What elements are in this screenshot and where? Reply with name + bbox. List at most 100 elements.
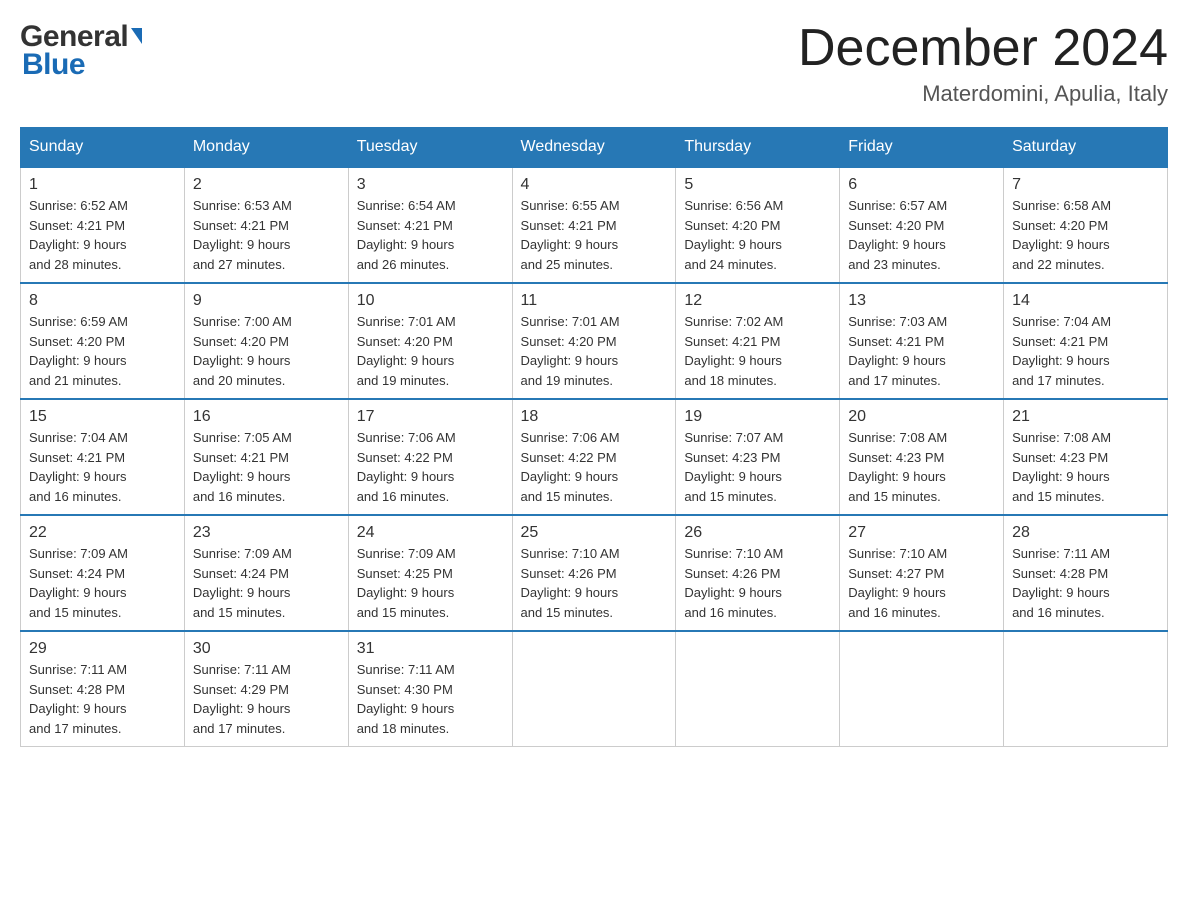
calendar-cell: 4 Sunrise: 6:55 AMSunset: 4:21 PMDaylight… — [512, 167, 676, 283]
day-info: Sunrise: 7:09 AMSunset: 4:24 PMDaylight:… — [193, 544, 340, 622]
day-number: 5 — [684, 176, 831, 194]
calendar-cell: 31 Sunrise: 7:11 AMSunset: 4:30 PMDayligh… — [348, 631, 512, 747]
day-number: 24 — [357, 524, 504, 542]
calendar-cell: 20Sunrise: 7:08 AMSunset: 4:23 PMDayligh… — [840, 399, 1004, 515]
calendar-table: SundayMondayTuesdayWednesdayThursdayFrid… — [20, 127, 1168, 747]
header-monday: Monday — [184, 128, 348, 168]
calendar-cell: 16 Sunrise: 7:05 AMSunset: 4:21 PMDayligh… — [184, 399, 348, 515]
day-info: Sunrise: 7:09 AMSunset: 4:24 PMDaylight:… — [29, 544, 176, 622]
day-info: Sunrise: 7:07 AMSunset: 4:23 PMDaylight:… — [684, 428, 831, 506]
calendar-cell: 17Sunrise: 7:06 AMSunset: 4:22 PMDayligh… — [348, 399, 512, 515]
day-info: Sunrise: 7:08 AMSunset: 4:23 PMDaylight:… — [1012, 428, 1159, 506]
calendar-cell: 5 Sunrise: 6:56 AMSunset: 4:20 PMDaylight… — [676, 167, 840, 283]
day-info: Sunrise: 7:00 AMSunset: 4:20 PMDaylight:… — [193, 312, 340, 390]
header-row: SundayMondayTuesdayWednesdayThursdayFrid… — [21, 128, 1168, 168]
calendar-cell: 27Sunrise: 7:10 AMSunset: 4:27 PMDayligh… — [840, 515, 1004, 631]
day-number: 25 — [521, 524, 668, 542]
calendar-cell: 21 Sunrise: 7:08 AMSunset: 4:23 PMDayligh… — [1004, 399, 1168, 515]
header-sunday: Sunday — [21, 128, 185, 168]
calendar-cell: 22Sunrise: 7:09 AMSunset: 4:24 PMDayligh… — [21, 515, 185, 631]
day-number: 31 — [357, 640, 504, 658]
logo-blue-text: Blue — [22, 48, 142, 82]
calendar-cell: 19 Sunrise: 7:07 AMSunset: 4:23 PMDayligh… — [676, 399, 840, 515]
day-info: Sunrise: 7:11 AMSunset: 4:29 PMDaylight:… — [193, 660, 340, 738]
day-number: 19 — [684, 408, 831, 426]
calendar-cell: 1Sunrise: 6:52 AMSunset: 4:21 PMDaylight… — [21, 167, 185, 283]
header-friday: Friday — [840, 128, 1004, 168]
day-number: 16 — [193, 408, 340, 426]
day-number: 11 — [521, 292, 668, 310]
calendar-cell — [840, 631, 1004, 747]
calendar-cell: 15Sunrise: 7:04 AMSunset: 4:21 PMDayligh… — [21, 399, 185, 515]
day-number: 12 — [684, 292, 831, 310]
day-number: 4 — [521, 176, 668, 194]
day-number: 23 — [193, 524, 340, 542]
day-info: Sunrise: 7:03 AMSunset: 4:21 PMDaylight:… — [848, 312, 995, 390]
day-info: Sunrise: 7:10 AMSunset: 4:26 PMDaylight:… — [684, 544, 831, 622]
day-info: Sunrise: 7:04 AMSunset: 4:21 PMDaylight:… — [1012, 312, 1159, 390]
day-number: 28 — [1012, 524, 1159, 542]
day-info: Sunrise: 7:06 AMSunset: 4:22 PMDaylight:… — [357, 428, 504, 506]
header-tuesday: Tuesday — [348, 128, 512, 168]
calendar-cell: 18Sunrise: 7:06 AMSunset: 4:22 PMDayligh… — [512, 399, 676, 515]
calendar-cell: 2Sunrise: 6:53 AMSunset: 4:21 PMDaylight… — [184, 167, 348, 283]
calendar-cell: 11 Sunrise: 7:01 AMSunset: 4:20 PMDayligh… — [512, 283, 676, 399]
day-number: 26 — [684, 524, 831, 542]
week-row-2: 8 Sunrise: 6:59 AMSunset: 4:20 PMDaylight… — [21, 283, 1168, 399]
day-number: 7 — [1012, 176, 1159, 194]
day-info: Sunrise: 7:05 AMSunset: 4:21 PMDaylight:… — [193, 428, 340, 506]
calendar-cell: 3 Sunrise: 6:54 AMSunset: 4:21 PMDaylight… — [348, 167, 512, 283]
title-section: December 2024 Materdomini, Apulia, Italy — [798, 20, 1168, 107]
calendar-cell: 23 Sunrise: 7:09 AMSunset: 4:24 PMDayligh… — [184, 515, 348, 631]
calendar-cell: 10 Sunrise: 7:01 AMSunset: 4:20 PMDayligh… — [348, 283, 512, 399]
day-number: 21 — [1012, 408, 1159, 426]
day-number: 14 — [1012, 292, 1159, 310]
calendar-cell — [676, 631, 840, 747]
calendar-cell: 8 Sunrise: 6:59 AMSunset: 4:20 PMDaylight… — [21, 283, 185, 399]
day-info: Sunrise: 6:57 AMSunset: 4:20 PMDaylight:… — [848, 196, 995, 274]
calendar-cell: 25 Sunrise: 7:10 AMSunset: 4:26 PMDayligh… — [512, 515, 676, 631]
calendar-cell: 7 Sunrise: 6:58 AMSunset: 4:20 PMDaylight… — [1004, 167, 1168, 283]
day-info: Sunrise: 7:11 AMSunset: 4:30 PMDaylight:… — [357, 660, 504, 738]
week-row-4: 22Sunrise: 7:09 AMSunset: 4:24 PMDayligh… — [21, 515, 1168, 631]
day-info: Sunrise: 6:58 AMSunset: 4:20 PMDaylight:… — [1012, 196, 1159, 274]
calendar-cell: 26 Sunrise: 7:10 AMSunset: 4:26 PMDayligh… — [676, 515, 840, 631]
day-number: 10 — [357, 292, 504, 310]
day-info: Sunrise: 7:10 AMSunset: 4:26 PMDaylight:… — [521, 544, 668, 622]
header-saturday: Saturday — [1004, 128, 1168, 168]
calendar-cell: 6 Sunrise: 6:57 AMSunset: 4:20 PMDaylight… — [840, 167, 1004, 283]
day-info: Sunrise: 7:01 AMSunset: 4:20 PMDaylight:… — [357, 312, 504, 390]
logo: General Blue — [20, 20, 142, 82]
day-number: 18 — [521, 408, 668, 426]
day-number: 2 — [193, 176, 340, 194]
day-info: Sunrise: 7:08 AMSunset: 4:23 PMDaylight:… — [848, 428, 995, 506]
calendar-cell: 30Sunrise: 7:11 AMSunset: 4:29 PMDayligh… — [184, 631, 348, 747]
calendar-cell: 9 Sunrise: 7:00 AMSunset: 4:20 PMDaylight… — [184, 283, 348, 399]
day-number: 6 — [848, 176, 995, 194]
day-number: 9 — [193, 292, 340, 310]
calendar-cell: 14 Sunrise: 7:04 AMSunset: 4:21 PMDayligh… — [1004, 283, 1168, 399]
day-info: Sunrise: 7:02 AMSunset: 4:21 PMDaylight:… — [684, 312, 831, 390]
day-number: 8 — [29, 292, 176, 310]
day-info: Sunrise: 7:11 AMSunset: 4:28 PMDaylight:… — [29, 660, 176, 738]
calendar-cell: 13Sunrise: 7:03 AMSunset: 4:21 PMDayligh… — [840, 283, 1004, 399]
logo-triangle-icon — [131, 28, 142, 44]
day-number: 1 — [29, 176, 176, 194]
day-info: Sunrise: 6:55 AMSunset: 4:21 PMDaylight:… — [521, 196, 668, 274]
location-subtitle: Materdomini, Apulia, Italy — [798, 81, 1168, 107]
week-row-3: 15Sunrise: 7:04 AMSunset: 4:21 PMDayligh… — [21, 399, 1168, 515]
day-info: Sunrise: 6:59 AMSunset: 4:20 PMDaylight:… — [29, 312, 176, 390]
day-info: Sunrise: 7:04 AMSunset: 4:21 PMDaylight:… — [29, 428, 176, 506]
day-info: Sunrise: 6:54 AMSunset: 4:21 PMDaylight:… — [357, 196, 504, 274]
day-number: 3 — [357, 176, 504, 194]
calendar-header: SundayMondayTuesdayWednesdayThursdayFrid… — [21, 128, 1168, 168]
day-info: Sunrise: 7:10 AMSunset: 4:27 PMDaylight:… — [848, 544, 995, 622]
day-info: Sunrise: 7:01 AMSunset: 4:20 PMDaylight:… — [521, 312, 668, 390]
calendar-cell: 29Sunrise: 7:11 AMSunset: 4:28 PMDayligh… — [21, 631, 185, 747]
day-info: Sunrise: 7:11 AMSunset: 4:28 PMDaylight:… — [1012, 544, 1159, 622]
calendar-cell — [1004, 631, 1168, 747]
day-info: Sunrise: 7:09 AMSunset: 4:25 PMDaylight:… — [357, 544, 504, 622]
day-info: Sunrise: 6:56 AMSunset: 4:20 PMDaylight:… — [684, 196, 831, 274]
calendar-cell: 12 Sunrise: 7:02 AMSunset: 4:21 PMDayligh… — [676, 283, 840, 399]
month-year-title: December 2024 — [798, 20, 1168, 77]
